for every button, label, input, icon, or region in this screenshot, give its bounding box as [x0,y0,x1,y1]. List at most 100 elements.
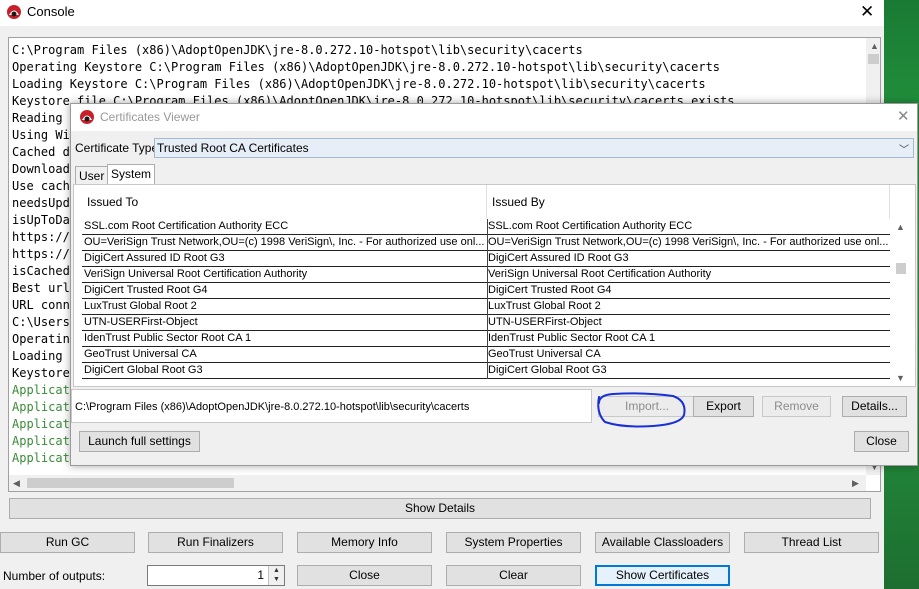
console-line: Applicat [12,383,70,397]
cell-issued-by: OU=VeriSign Trust Network,OU=(c) 1998 Ve… [488,236,888,248]
scroll-up-icon[interactable]: ▲ [870,41,879,51]
viewer-title: Certificates Viewer [100,110,200,124]
cell-issued-by: DigiCert Assured ID Root G3 [488,252,629,264]
console-line: C:\Program Files (x86)\AdoptOpenJDK\jre-… [12,43,583,57]
console-line: isUpToDa [12,213,70,227]
system-properties-button[interactable]: System Properties [446,532,581,553]
console-line: C:\Users [12,315,70,329]
spinner-arrows[interactable]: ▲ ▼ [268,566,284,585]
java-app-icon [7,5,21,19]
cell-issued-to: IdenTrust Public Sector Root CA 1 [84,332,252,344]
certificates-table[interactable]: Issued To Issued By ▲ ▼ SSL.com Root Cer… [73,184,916,387]
java-app-icon [80,110,94,124]
console-line: Keystore [12,366,70,380]
viewer-close-button[interactable]: Close [854,431,909,452]
keystore-path: C:\Program Files (x86)\AdoptOpenJDK\jre-… [75,401,470,413]
cell-issued-by: UTN-USERFirst-Object [488,316,602,328]
cell-issued-by: DigiCert Global Root G3 [488,364,607,376]
console-line: Best url [12,281,70,295]
table-row[interactable]: DigiCert Global Root G3 DigiCert Global R… [82,363,890,379]
console-line: Applicat [12,417,70,431]
hand-drawn-circle-annotation [597,392,686,428]
launch-full-settings-button[interactable]: Launch full settings [79,431,200,452]
tab-system[interactable]: System [107,164,156,186]
cell-issued-by: GeoTrust Universal CA [488,348,601,360]
table-row[interactable]: DigiCert Assured ID Root G3 DigiCert Assu… [82,251,890,267]
table-row[interactable]: IdenTrust Public Sector Root CA 1 IdenTru… [82,331,890,347]
table-vertical-scrollbar[interactable]: ▲ ▼ [893,220,909,386]
scroll-left-icon[interactable]: ◀ [13,478,20,488]
cell-issued-by: SSL.com Root Certification Authority ECC [488,220,693,232]
console-line: https:// [12,247,70,261]
console-line: Loading Keystore C:\Program Files (x86)\… [12,77,706,91]
column-header-issued-by[interactable]: Issued By [487,185,890,219]
run-gc-button[interactable]: Run GC [0,532,135,553]
run-finalizers-button[interactable]: Run Finalizers [148,532,283,553]
scrollbar-thumb[interactable] [868,54,879,64]
console-close-button[interactable]: Close [297,565,432,586]
console-line: Operating Keystore C:\Program Files (x86… [12,60,721,74]
console-line: https:// [12,230,70,244]
console-line: needsUpd [12,196,70,210]
close-icon[interactable]: ✕ [897,108,910,125]
certificates-viewer-window: Certificates Viewer ✕ Certificate Type T… [70,103,918,466]
cell-issued-to: DigiCert Trusted Root G4 [84,284,208,296]
certificate-type-select[interactable]: Trusted Root CA Certificates ﹀ [154,138,914,158]
outputs-label: Number of outputs: [3,569,106,583]
show-details-button[interactable]: Show Details [9,498,871,519]
cell-issued-to: DigiCert Assured ID Root G3 [84,252,225,264]
dropdown-arrow-icon[interactable]: ﹀ [899,141,909,156]
cell-issued-by: LuxTrust Global Root 2 [488,300,601,312]
cell-issued-by: VeriSign Universal Root Certification Au… [488,268,712,280]
table-row[interactable]: SSL.com Root Certification Authority ECC… [82,219,890,235]
scrollbar-thumb[interactable] [896,263,906,274]
column-separator [487,219,488,379]
table-row[interactable]: LuxTrust Global Root 2 LuxTrust Global Ro… [82,299,890,315]
console-horizontal-scrollbar[interactable]: ◀ ▶ [9,475,866,491]
viewer-titlebar: Certificates Viewer ✕ [71,104,917,131]
remove-button[interactable]: Remove [762,396,831,417]
table-row[interactable]: GeoTrust Universal CA GeoTrust Universal … [82,347,890,363]
spinner-down-icon[interactable]: ▼ [269,575,284,584]
console-line: Applicat [12,400,70,414]
scroll-down-icon[interactable]: ▼ [896,373,905,383]
table-row[interactable]: VeriSign Universal Root Certification Au… [82,267,890,283]
cell-issued-to: OU=VeriSign Trust Network,OU=(c) 1998 Ve… [84,236,484,248]
table-row[interactable]: OU=VeriSign Trust Network,OU=(c) 1998 Ve… [82,235,890,251]
console-title: Console [27,4,75,19]
available-classloaders-button[interactable]: Available Classloaders [595,532,730,553]
certificate-type-value[interactable]: Trusted Root CA Certificates [157,141,309,155]
clear-button[interactable]: Clear [446,565,581,586]
show-certificates-button[interactable]: Show Certificates [595,565,730,586]
spinner-up-icon[interactable]: ▲ [269,566,284,575]
keystore-path-field[interactable]: C:\Program Files (x86)\AdoptOpenJDK\jre-… [71,389,592,423]
outputs-spinner[interactable]: 1 ▲ ▼ [147,565,285,586]
console-line: Operatin [12,332,70,346]
cell-issued-to: VeriSign Universal Root Certification Au… [84,268,308,280]
close-icon[interactable]: ✕ [860,3,874,20]
tab-user[interactable]: User [75,166,109,186]
scroll-right-icon[interactable]: ▶ [852,478,859,488]
console-line: Applicat [12,434,70,448]
table-row[interactable]: UTN-USERFirst-Object UTN-USERFirst-Object [82,315,890,331]
console-line: Cached d [12,145,70,159]
export-button[interactable]: Export [693,396,754,417]
cell-issued-by: DigiCert Trusted Root G4 [488,284,612,296]
console-line: Loading [12,349,70,363]
thread-list-button[interactable]: Thread List [744,532,879,553]
console-titlebar: Console ✕ [0,0,884,26]
table-row[interactable]: DigiCert Trusted Root G4 DigiCert Trusted… [82,283,890,299]
outputs-value[interactable]: 1 [257,568,264,582]
console-line: URL conn [12,298,70,312]
details-button[interactable]: Details... [842,396,907,417]
console-line: Use cach [12,179,70,193]
scrollbar-thumb[interactable] [27,478,234,488]
console-line: Using Wi [12,128,70,142]
column-header-issued-to[interactable]: Issued To [82,185,487,219]
memory-info-button[interactable]: Memory Info [297,532,432,553]
cell-issued-to: GeoTrust Universal CA [84,348,197,360]
console-line: isCached [12,264,70,278]
scroll-up-icon[interactable]: ▲ [896,222,905,232]
console-line: Download [12,162,70,176]
console-line: Reading [12,111,63,125]
